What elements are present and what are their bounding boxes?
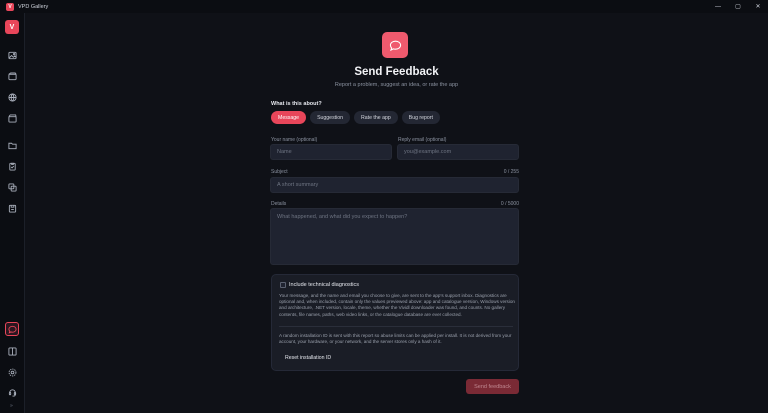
installation-id-note: A random installation ID is sent with th…	[279, 333, 512, 345]
topic-selector: Message Suggestion Rate the app Bug repo…	[271, 111, 440, 124]
folder-icon[interactable]	[5, 138, 19, 152]
globe-icon[interactable]	[5, 90, 19, 104]
topic-chip-bug-report[interactable]: Bug report	[401, 111, 440, 124]
name-input[interactable]	[270, 144, 392, 160]
details-label: Details	[271, 201, 287, 207]
page-subtitle: Report a problem, suggest an idea, or ra…	[334, 82, 459, 88]
diagnostics-card: Include technical diagnostics Your messa…	[271, 274, 519, 371]
diagnostics-checkbox-label[interactable]: Include technical diagnostics	[289, 282, 359, 288]
feedback-icon[interactable]	[5, 322, 19, 336]
divider	[279, 326, 513, 327]
close-button[interactable]: ✕	[748, 0, 768, 13]
page-title: Send Feedback	[354, 66, 439, 78]
gallery-icon[interactable]	[5, 48, 19, 62]
window-controls: — ▢ ✕	[708, 0, 768, 13]
clapper-icon[interactable]	[5, 111, 19, 125]
subject-input[interactable]	[270, 177, 519, 193]
app-logo: V	[6, 2, 14, 11]
feedback-hero-icon	[382, 32, 408, 58]
send-feedback-button[interactable]: Send feedback	[466, 379, 519, 394]
archive-icon[interactable]	[5, 201, 19, 215]
details-counter: 0 / 5000	[500, 201, 519, 207]
clipboard-icon[interactable]	[5, 159, 19, 173]
sidebar: V »	[0, 13, 25, 413]
diagnostics-checkbox[interactable]	[280, 282, 286, 288]
subject-counter: 0 / 255	[503, 169, 519, 175]
app-avatar[interactable]: V	[5, 20, 19, 34]
email-label: Reply email (optional)	[398, 137, 447, 143]
topic-chip-suggestion[interactable]: Suggestion	[310, 111, 351, 124]
reset-installation-id-button[interactable]: Reset installation ID	[279, 352, 338, 364]
topic-chip-message[interactable]: Message	[271, 111, 307, 124]
topic-label: What is this about?	[271, 101, 322, 107]
topic-chip-rate-app[interactable]: Rate the app	[354, 111, 398, 124]
panel-icon[interactable]	[5, 344, 19, 358]
subject-label: Subject	[271, 169, 288, 175]
feedback-page: Send Feedback Report a problem, suggest …	[25, 13, 768, 413]
window-title: VPD Gallery	[18, 3, 49, 10]
settings-icon[interactable]	[5, 365, 19, 379]
sidebar-collapse-toggle[interactable]: »	[10, 403, 13, 409]
diagnostics-description: Your message, and the name and email you…	[279, 293, 515, 317]
email-input[interactable]	[397, 144, 519, 160]
details-textarea[interactable]	[270, 208, 519, 265]
copy-icon[interactable]	[5, 180, 19, 194]
minimize-button[interactable]: —	[708, 0, 728, 13]
title-bar: V VPD Gallery — ▢ ✕	[0, 0, 768, 13]
maximize-button[interactable]: ▢	[728, 0, 748, 13]
support-icon[interactable]	[5, 385, 19, 399]
name-label: Your name (optional)	[271, 137, 318, 143]
video-icon[interactable]	[5, 69, 19, 83]
